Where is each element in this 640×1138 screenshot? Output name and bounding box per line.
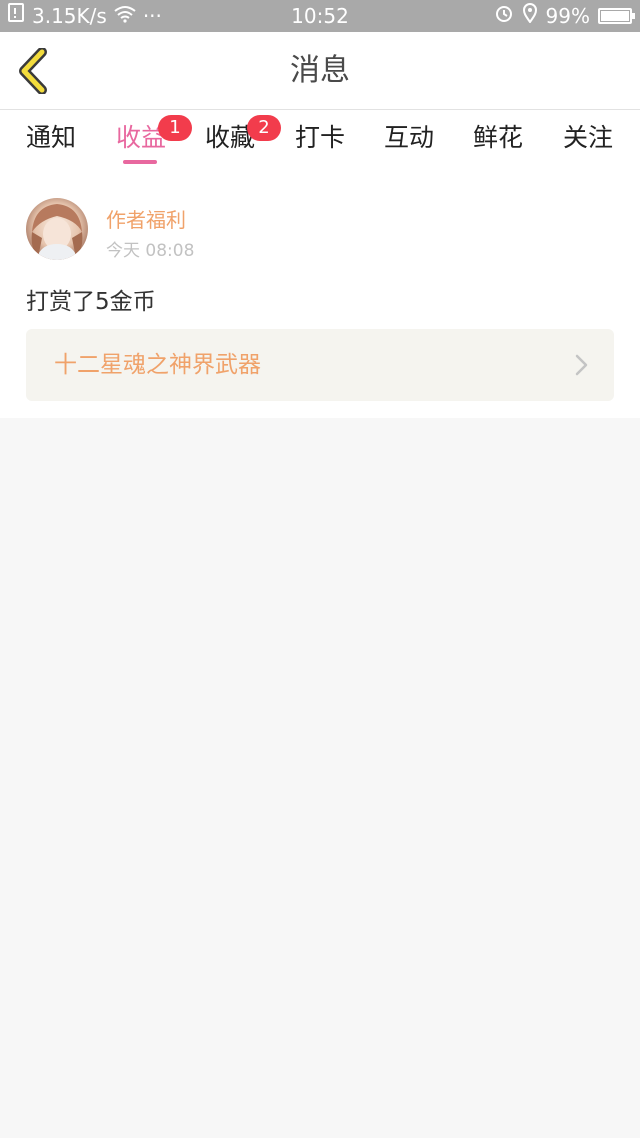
page-title: 消息 xyxy=(290,53,350,88)
message-card: 作者福利 今天 08:08 打赏了5金币 十二星魂之神界武器 xyxy=(0,174,640,418)
message-text: 打赏了5金币 xyxy=(26,289,156,315)
tab-label-wrap: 收藏 2 xyxy=(205,115,281,152)
tab-checkin[interactable]: 打卡 xyxy=(285,110,355,174)
tab-label: 打卡 xyxy=(294,123,345,152)
tab-flowers[interactable]: 鲜花 xyxy=(463,110,533,174)
battery-level xyxy=(601,11,629,21)
tab-follow[interactable]: 关注 xyxy=(553,110,623,174)
message-time: 今天 08:08 xyxy=(106,241,195,261)
status-bar: 3.15K/s ··· 10:52 99% xyxy=(0,0,640,32)
tab-label: 关注 xyxy=(562,123,613,152)
chevron-right-icon xyxy=(575,354,588,376)
active-tab-indicator xyxy=(123,160,157,164)
book-link[interactable]: 十二星魂之神界武器 xyxy=(26,329,614,401)
avatar[interactable] xyxy=(26,198,88,260)
battery-percent: 99% xyxy=(545,4,590,28)
location-icon xyxy=(522,0,538,32)
battery-icon xyxy=(598,8,635,24)
tab-label: 通知 xyxy=(25,123,76,152)
unread-badge: 2 xyxy=(247,115,281,141)
tab-earnings[interactable]: 收益 1 xyxy=(106,110,192,174)
header: 消息 xyxy=(0,32,640,110)
tab-notice[interactable]: 通知 xyxy=(16,110,86,174)
book-title: 十二星魂之神界武器 xyxy=(54,352,261,378)
tab-label-wrap: 收益 1 xyxy=(116,115,192,152)
sender-name: 作者福利 xyxy=(106,208,186,232)
tab-label: 互动 xyxy=(383,123,434,152)
tab-interaction[interactable]: 互动 xyxy=(374,110,444,174)
alarm-icon xyxy=(494,0,514,32)
unread-badge: 1 xyxy=(158,115,192,141)
tab-favorites[interactable]: 收藏 2 xyxy=(195,110,281,174)
tab-label: 鲜花 xyxy=(472,123,523,152)
tab-bar: 通知 收益 1 收藏 2 打卡 互动 鲜花 关注 xyxy=(0,110,640,174)
